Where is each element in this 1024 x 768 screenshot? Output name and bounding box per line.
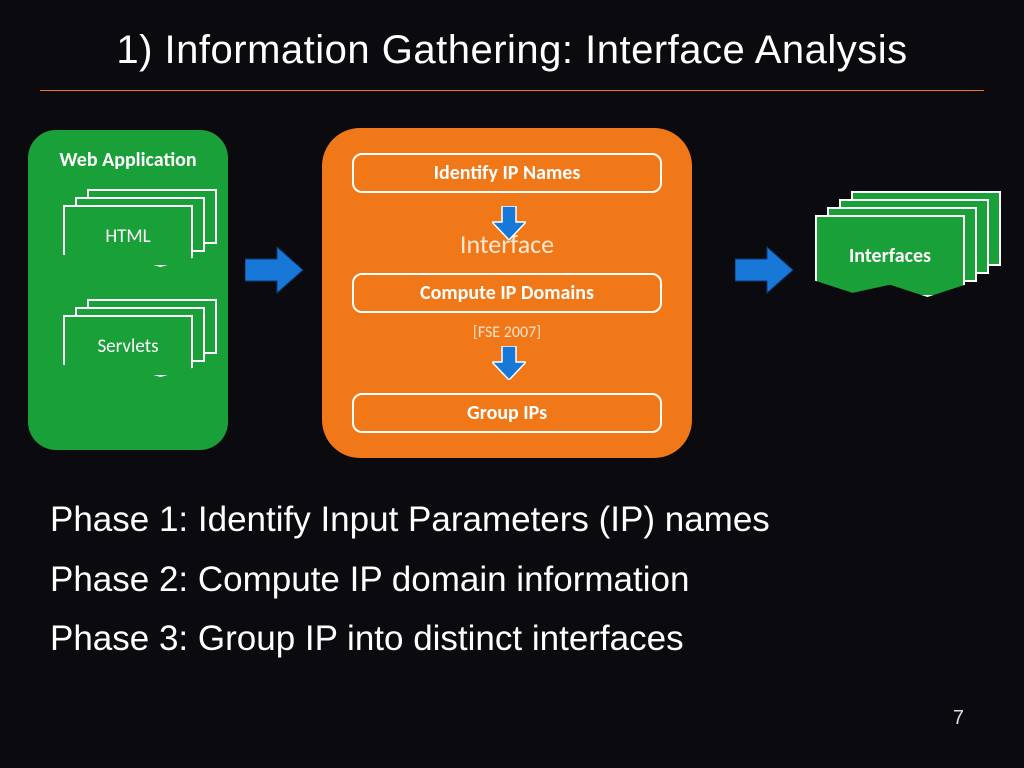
- step-group: Group IPs: [352, 393, 662, 433]
- center-panel: Interface [FSE 2007] Identify IP Names C…: [322, 128, 692, 458]
- phases-list: Phase 1: Identify Input Parameters (IP) …: [50, 490, 770, 669]
- title-underline: [40, 90, 984, 91]
- doc-front-interfaces: Interfaces: [815, 215, 965, 297]
- doc-stack-interfaces: Interfaces: [815, 215, 1000, 320]
- doc-label: Servlets: [97, 335, 158, 358]
- step-label: Group IPs: [467, 401, 547, 425]
- webapp-panel: Web Application HTML Servlets: [28, 130, 228, 450]
- doc-front-html: HTML: [63, 205, 193, 267]
- page-number: 7: [953, 707, 964, 730]
- arrow-down-1: [492, 206, 526, 240]
- phase-3: Phase 3: Group IP into distinct interfac…: [50, 609, 770, 669]
- slide: 1) Information Gathering: Interface Anal…: [0, 0, 1024, 768]
- step-label: Identify IP Names: [434, 161, 581, 185]
- phase-2: Phase 2: Compute IP domain information: [50, 550, 770, 610]
- slide-title: 1) Information Gathering: Interface Anal…: [0, 28, 1024, 73]
- doc-label: HTML: [105, 225, 150, 248]
- doc-front-servlets: Servlets: [63, 315, 193, 377]
- step-compute: Compute IP Domains: [352, 273, 662, 313]
- step-label: Compute IP Domains: [420, 281, 594, 305]
- webapp-title: Web Application: [28, 148, 228, 172]
- doc-label: Interfaces: [849, 244, 931, 268]
- arrow-right-2: [735, 245, 795, 295]
- doc-stack-html: HTML: [63, 205, 213, 275]
- step-identify: Identify IP Names: [352, 153, 662, 193]
- bg-citation: [FSE 2007]: [322, 323, 692, 342]
- doc-stack-servlets: Servlets: [63, 315, 213, 385]
- arrow-right-1: [245, 245, 305, 295]
- phase-1: Phase 1: Identify Input Parameters (IP) …: [50, 490, 770, 550]
- arrow-down-2: [492, 346, 526, 380]
